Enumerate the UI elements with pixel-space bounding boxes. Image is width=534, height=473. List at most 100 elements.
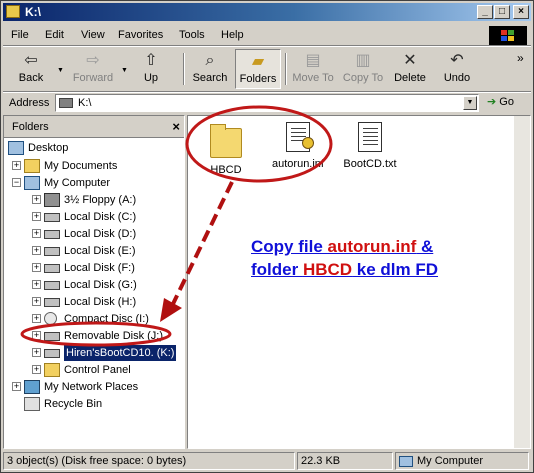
expand-icon[interactable]: + — [32, 229, 41, 238]
expand-icon[interactable]: + — [32, 246, 41, 255]
maximize-button[interactable]: □ — [494, 5, 510, 19]
search-button[interactable]: ⌕ Search — [189, 49, 231, 89]
file-list-pane: HBCD autorun.inf BootCD.txt — [187, 115, 531, 449]
expand-icon[interactable]: + — [32, 280, 41, 289]
copy-to-button[interactable]: ▥ Copy To — [339, 49, 387, 89]
tree-item-label: Local Disk (E:) — [64, 245, 136, 257]
move-to-label: Move To — [292, 72, 334, 84]
tree-item-cd-i[interactable]: + Compact Disc (I:) — [32, 311, 182, 327]
back-dropdown-icon[interactable]: ▼ — [57, 67, 64, 74]
menu-tools[interactable]: Tools — [179, 29, 205, 41]
floppy-icon — [44, 193, 60, 207]
drive-icon — [44, 349, 60, 358]
expand-icon[interactable]: + — [12, 382, 21, 391]
copy-to-icon: ▥ — [355, 52, 371, 69]
tree-item-disk-d[interactable]: + Local Disk (D:) — [32, 226, 182, 242]
status-location-label: My Computer — [417, 455, 484, 467]
up-label: Up — [143, 72, 159, 84]
minimize-button[interactable]: _ — [477, 5, 493, 19]
undo-label: Undo — [443, 72, 471, 84]
status-size: 22.3 KB — [297, 452, 393, 470]
tree-item-network-places[interactable]: + My Network Places — [12, 379, 182, 395]
address-label: Address — [9, 97, 50, 109]
tree-item-label: Recycle Bin — [44, 398, 103, 410]
tree-item-disk-e[interactable]: + Local Disk (E:) — [32, 243, 182, 259]
status-objects: 3 object(s) (Disk free space: 0 bytes) — [3, 452, 295, 470]
tree-item-my-documents[interactable]: + My Documents — [12, 158, 182, 174]
drive-icon — [59, 98, 73, 108]
address-input[interactable]: K:\ ▼ — [55, 94, 479, 112]
control-panel-icon — [44, 363, 60, 377]
toolbar-overflow-button[interactable]: » — [517, 51, 524, 65]
file-name: BootCD.txt — [343, 158, 397, 170]
delete-button[interactable]: ✕ Delete — [389, 49, 431, 89]
forward-dropdown-icon[interactable]: ▼ — [121, 67, 128, 74]
drive-icon — [44, 213, 60, 222]
file-name: autorun.inf — [272, 158, 324, 170]
forward-button[interactable]: ⇨ Forward — [67, 49, 119, 89]
expand-icon[interactable]: + — [32, 314, 41, 323]
tree-item-label: Local Disk (F:) — [64, 262, 135, 274]
menu-help[interactable]: Help — [221, 29, 244, 41]
address-dropdown-icon[interactable]: ▼ — [463, 96, 477, 110]
expand-icon[interactable]: + — [32, 263, 41, 272]
expand-icon[interactable]: + — [32, 348, 41, 357]
go-label: Go — [499, 96, 514, 108]
undo-icon: ↶ — [450, 52, 464, 69]
address-value: K:\ — [78, 97, 92, 109]
menu-view[interactable]: View — [81, 29, 105, 41]
collapse-icon[interactable]: − — [12, 178, 21, 187]
tree-item-disk-h[interactable]: + Local Disk (H:) — [32, 294, 182, 310]
tree-item-disk-f[interactable]: + Local Disk (F:) — [32, 260, 182, 276]
annotation-line-2: folder HBCD ke dlm FD — [251, 260, 439, 279]
file-item-autorun-inf[interactable]: autorun.inf — [266, 122, 330, 170]
menu-file[interactable]: File — [11, 29, 29, 41]
tree-item-disk-g[interactable]: + Local Disk (G:) — [32, 277, 182, 293]
folders-pane: Folders × Desktop + My Documents − My Co… — [3, 115, 185, 449]
expand-icon[interactable]: + — [32, 365, 41, 374]
file-item-hbcd[interactable]: HBCD — [194, 122, 258, 176]
vertical-scrollbar[interactable] — [514, 116, 530, 448]
title-bar[interactable]: K:\ _ □ × — [3, 3, 531, 21]
back-button[interactable]: ⇦ Back — [7, 49, 55, 89]
close-button[interactable]: × — [513, 5, 529, 19]
expand-icon[interactable]: + — [12, 161, 21, 170]
tree-item-desktop[interactable]: Desktop — [8, 140, 178, 156]
tree-item-hirens-k[interactable]: + Hiren'sBootCD10. (K:) — [32, 345, 182, 361]
network-icon — [24, 380, 40, 394]
tree-item-label: Local Disk (G:) — [64, 279, 137, 291]
tree-item-recycle-bin[interactable]: Recycle Bin — [12, 396, 182, 412]
windows-logo-icon — [489, 26, 527, 45]
tree-item-floppy-a[interactable]: + 3½ Floppy (A:) — [32, 192, 182, 208]
search-icon: ⌕ — [205, 52, 215, 69]
tree-item-label: Local Disk (D:) — [64, 228, 137, 240]
tree-item-label: My Computer — [44, 177, 111, 189]
tree-item-disk-c[interactable]: + Local Disk (C:) — [32, 209, 182, 225]
settings-file-icon — [286, 122, 314, 152]
folder-icon — [210, 124, 242, 158]
expand-icon[interactable]: + — [32, 297, 41, 306]
tree-item-removable-j[interactable]: + Removable Disk (J:) — [32, 328, 182, 344]
status-bar: 3 object(s) (Disk free space: 0 bytes) 2… — [3, 451, 531, 471]
forward-label: Forward — [72, 72, 114, 84]
tree-item-label: Control Panel — [64, 364, 131, 376]
expand-icon[interactable]: + — [32, 212, 41, 221]
tree-item-my-computer[interactable]: − My Computer — [12, 175, 182, 191]
undo-button[interactable]: ↶ Undo — [437, 49, 477, 89]
up-button[interactable]: ⇧ Up — [131, 49, 171, 89]
file-item-bootcd-txt[interactable]: BootCD.txt — [338, 122, 402, 170]
tree-item-control-panel[interactable]: + Control Panel — [32, 362, 182, 378]
menu-favorites[interactable]: Favorites — [118, 29, 163, 41]
search-label: Search — [192, 72, 228, 84]
expand-icon[interactable]: + — [32, 331, 41, 340]
menu-edit[interactable]: Edit — [45, 29, 64, 41]
folders-pane-close-button[interactable]: × — [172, 119, 180, 134]
go-button[interactable]: ➔ Go — [487, 95, 514, 108]
folders-button[interactable]: ▰ Folders — [235, 49, 281, 89]
tree-item-label: Local Disk (C:) — [64, 211, 137, 223]
go-arrow-icon: ➔ — [487, 96, 497, 108]
drive-icon — [44, 281, 60, 290]
back-label: Back — [18, 72, 44, 84]
expand-icon[interactable]: + — [32, 195, 41, 204]
move-to-button[interactable]: ▤ Move To — [289, 49, 337, 89]
